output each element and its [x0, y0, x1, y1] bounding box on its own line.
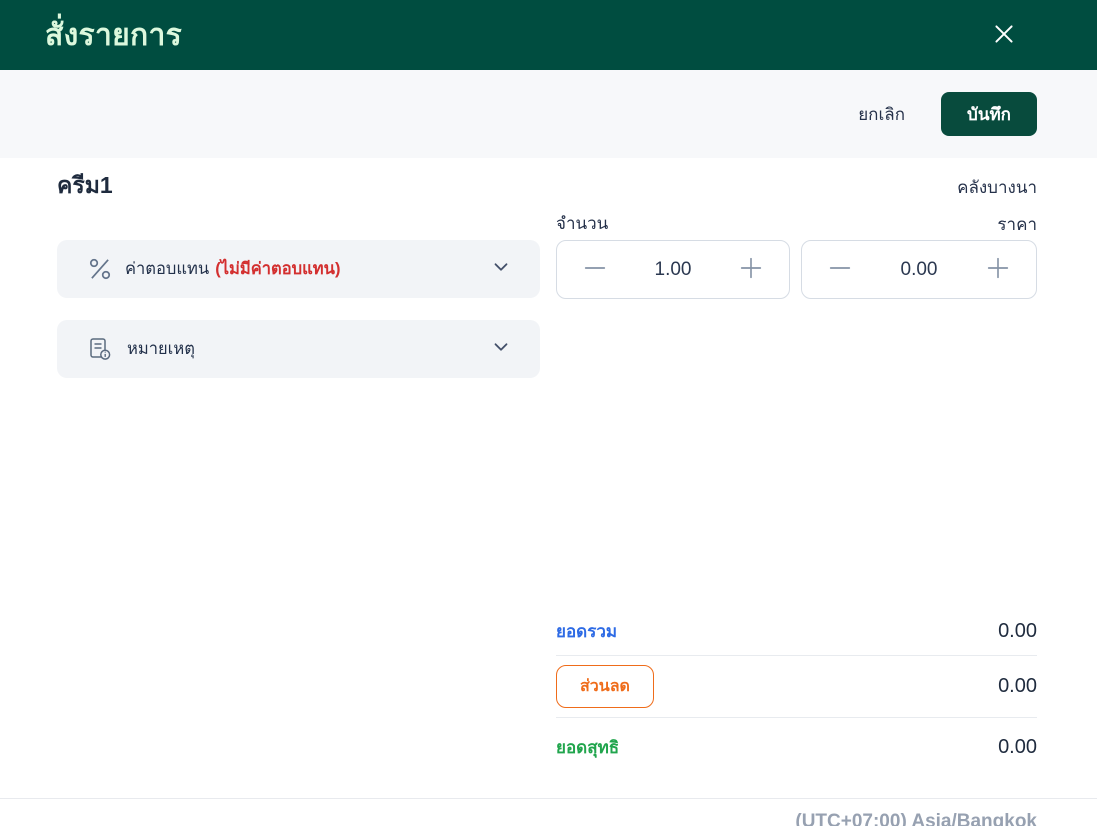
- compensation-empty-note: (ไม่มีค่าตอบแทน): [215, 260, 341, 278]
- quantity-input[interactable]: [625, 258, 721, 281]
- net-total-label: ยอดสุทธิ: [556, 737, 620, 757]
- price-label: ราคา: [997, 215, 1037, 234]
- order-summary: ยอดรวม 0.00 ส่วนลด 0.00 ยอดสุทธิ 0.00: [556, 608, 1037, 776]
- modal-header: สั่งรายการ: [0, 0, 1097, 70]
- timezone-label: (UTC+07:00) Asia/Bangkok: [795, 811, 1037, 826]
- warehouse-label: คลังบางนา: [957, 178, 1037, 197]
- order-modal: สั่งรายการ ยกเลิก บันทึก ครีม1 คลังบางนา…: [0, 0, 1097, 826]
- percent-icon: [87, 256, 113, 282]
- chevron-down-icon: [490, 256, 512, 283]
- save-button[interactable]: บันทึก: [941, 92, 1037, 136]
- discount-value: 0.00: [998, 675, 1037, 697]
- product-name: ครีม1: [57, 172, 113, 198]
- minus-icon: [581, 254, 609, 285]
- discount-button[interactable]: ส่วนลด: [556, 665, 654, 708]
- total-label: ยอดรวม: [556, 622, 618, 641]
- net-total-value: 0.00: [998, 735, 1037, 758]
- close-button[interactable]: [985, 15, 1023, 56]
- modal-title: สั่งรายการ: [45, 18, 183, 52]
- compensation-label: ค่าตอบแทน: [125, 260, 210, 278]
- price-increase-button[interactable]: [980, 250, 1016, 289]
- plus-icon: [984, 254, 1012, 285]
- product-row: ครีม1 คลังบางนา: [57, 168, 1037, 204]
- note-label: หมายเหตุ: [127, 340, 195, 358]
- cancel-button[interactable]: ยกเลิก: [858, 101, 905, 128]
- chevron-down-icon: [490, 336, 512, 363]
- total-value: 0.00: [998, 620, 1037, 642]
- discount-row: ส่วนลด 0.00: [556, 656, 1037, 718]
- price-stepper: [801, 240, 1037, 299]
- quantity-increase-button[interactable]: [733, 250, 769, 289]
- net-total-row: ยอดสุทธิ 0.00: [556, 718, 1037, 776]
- plus-icon: [737, 254, 765, 285]
- quantity-label: จำนวน: [556, 214, 609, 233]
- price-input[interactable]: [871, 258, 967, 281]
- quantity-decrease-button[interactable]: [577, 250, 613, 289]
- quantity-stepper: [556, 240, 790, 299]
- price-decrease-button[interactable]: [822, 250, 858, 289]
- note-panel-header[interactable]: หมายเหตุ: [57, 320, 540, 378]
- compensation-panel-header[interactable]: ค่าตอบแทน (ไม่มีค่าตอบแทน): [57, 240, 540, 298]
- footer-bar: (UTC+07:00) Asia/Bangkok: [0, 798, 1097, 826]
- total-row: ยอดรวม 0.00: [556, 608, 1037, 656]
- note-info-icon: [87, 336, 115, 363]
- minus-icon: [826, 254, 854, 285]
- action-toolbar: ยกเลิก บันทึก: [0, 70, 1097, 158]
- close-icon: [991, 21, 1017, 50]
